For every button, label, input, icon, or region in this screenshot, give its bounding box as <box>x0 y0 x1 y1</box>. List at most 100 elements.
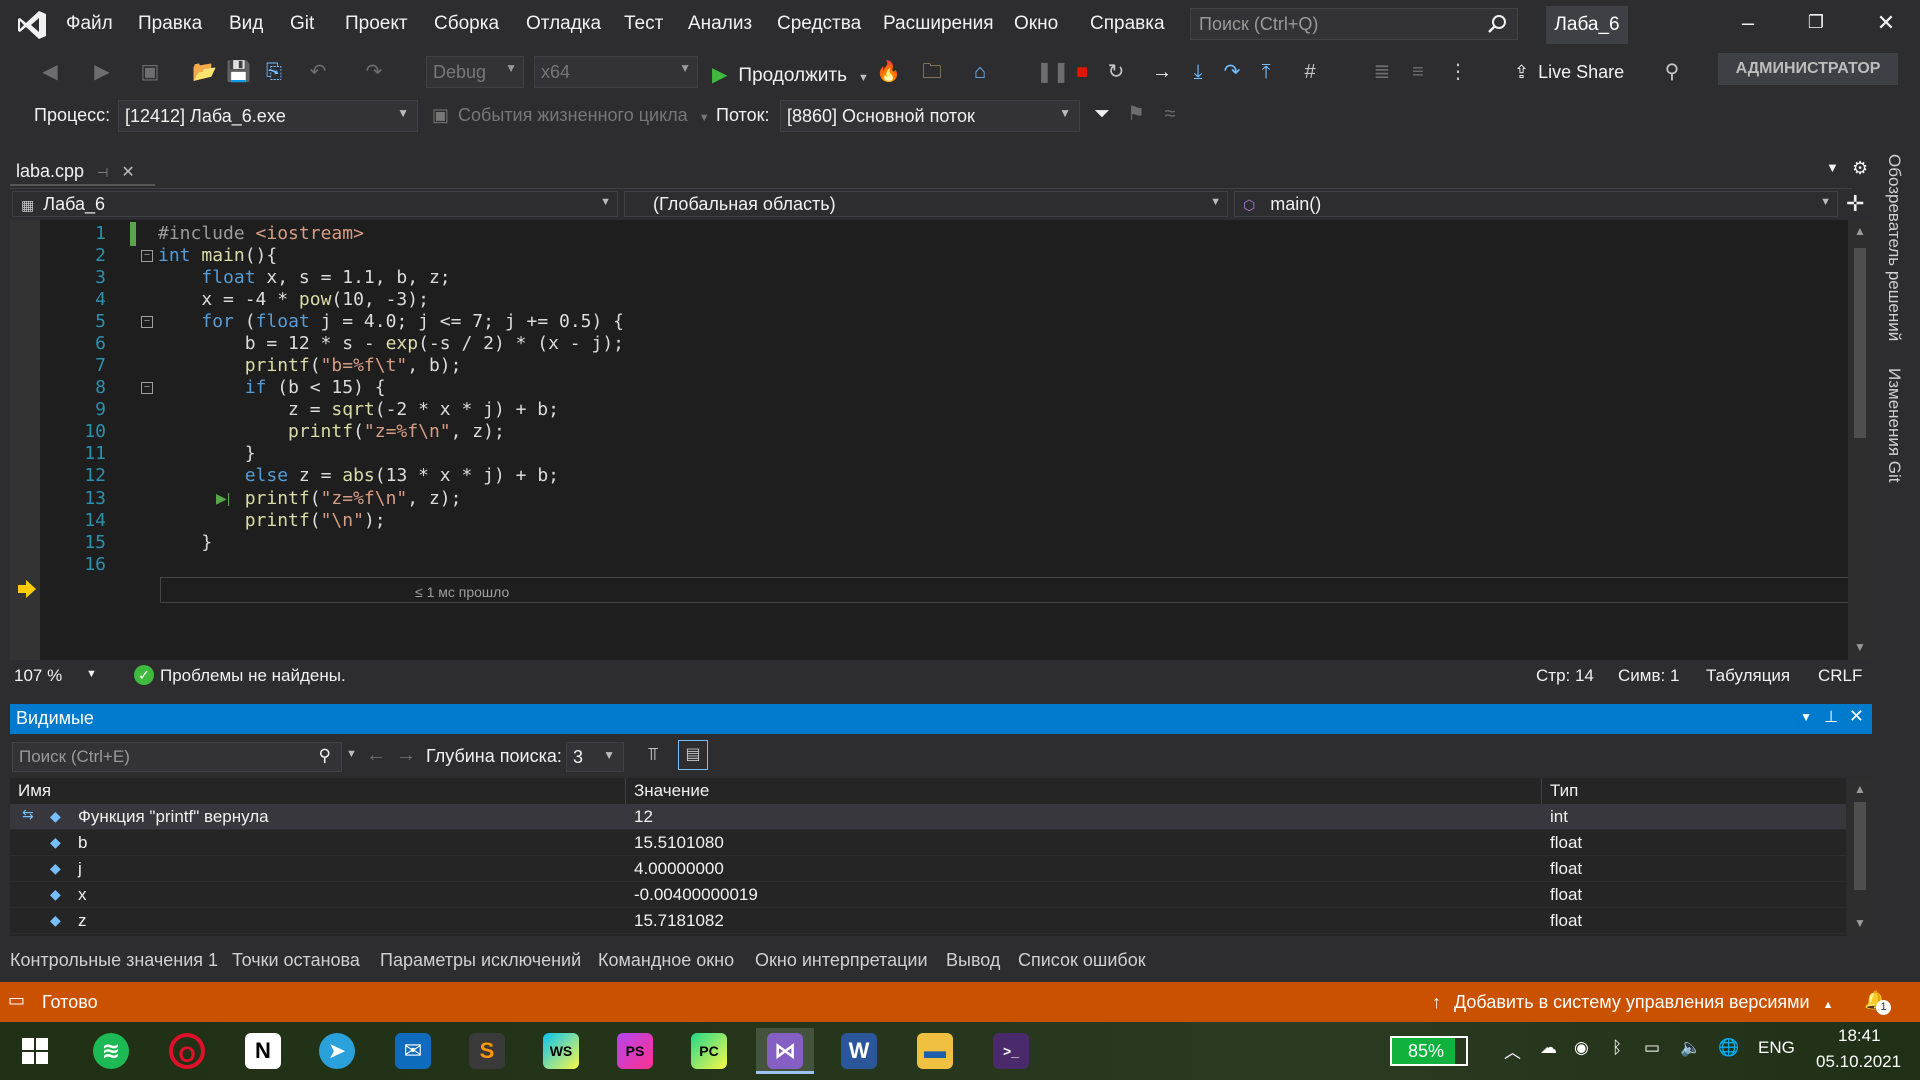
scroll-down-icon[interactable]: ▼ <box>1854 916 1866 930</box>
taskbar-notion[interactable]: N <box>234 1028 292 1074</box>
column-header-name[interactable]: Имя <box>10 778 626 804</box>
tab-laba-cpp[interactable]: laba.cpp ⊣ ✕ <box>10 158 155 186</box>
member-select[interactable]: ⬡ main() ▼ <box>1234 191 1838 217</box>
close-icon[interactable]: ✕ <box>1849 706 1864 727</box>
menu-project[interactable]: Проект <box>345 13 408 35</box>
globe-icon[interactable]: 🌐 <box>1718 1038 1739 1058</box>
table-row[interactable]: ⇆ ◆ Функция "printf" вернула 12 int <box>10 804 1846 830</box>
diagnostic-icon[interactable]: ⌂ <box>968 60 992 84</box>
code-line[interactable]: printf("b=%f\t", b); <box>158 355 462 376</box>
battery-icon[interactable]: ▭ <box>1644 1038 1660 1058</box>
configuration-select[interactable]: Debug ▼ <box>426 56 524 88</box>
tab-error-list[interactable]: Список ошибок <box>1018 950 1146 971</box>
hot-reload-icon[interactable]: 🔥 <box>876 60 901 84</box>
redo-icon[interactable]: ↷ <box>362 60 386 84</box>
live-share-button[interactable]: ⇪ Live Share <box>1514 62 1624 83</box>
battery-indicator[interactable]: 85% <box>1390 1036 1468 1066</box>
feedback-icon[interactable]: ⚲ <box>1660 60 1684 84</box>
menu-edit[interactable]: Правка <box>138 13 202 35</box>
toggle-flag-icon[interactable]: ⚑ <box>1124 102 1148 126</box>
table-row[interactable]: ◆ b 15.5101080 float <box>10 830 1846 856</box>
menu-build[interactable]: Сборка <box>434 13 499 35</box>
issues-status[interactable]: Проблемы не найдены. <box>160 666 346 686</box>
fold-toggle-icon[interactable]: − <box>141 316 153 328</box>
onedrive-icon[interactable]: ☁ <box>1540 1038 1557 1058</box>
antivirus-icon[interactable]: ◉ <box>1574 1038 1589 1058</box>
menu-view[interactable]: Вид <box>229 13 263 35</box>
autos-search-input[interactable]: Поиск (Ctrl+E) ⚲ <box>12 742 342 772</box>
column-header-value[interactable]: Значение <box>626 778 1542 804</box>
code-editor[interactable]: 1 2 3 4 5 6 7 8 9 10 11 12 13 14 15 16 −… <box>10 220 1872 660</box>
taskbar-phpstorm[interactable]: PS <box>606 1028 664 1074</box>
code-line[interactable]: else z = abs(13 * x * j) + b; <box>158 465 559 486</box>
taskbar-sublime[interactable]: S <box>458 1028 516 1074</box>
code-line[interactable]: #include <iostream> <box>158 223 364 244</box>
run-to-click-icon[interactable]: ▶| <box>216 490 230 507</box>
fold-toggle-icon[interactable]: − <box>141 250 153 262</box>
find-icon[interactable]: 🗀 <box>920 60 944 84</box>
close-tab-icon[interactable]: ✕ <box>121 164 134 181</box>
code-line[interactable]: z = sqrt(-2 * x * j) + b; <box>158 399 559 420</box>
column-header-type[interactable]: Тип <box>1542 778 1846 804</box>
taskbar-telegram[interactable]: ➤ <box>308 1028 366 1074</box>
tab-watch-1[interactable]: Контрольные значения 1 <box>10 950 218 971</box>
lifecycle-events-button[interactable]: ▣ События жизненного цикла ▼ <box>432 105 710 126</box>
tab-output[interactable]: Вывод <box>946 950 1000 971</box>
menu-extensions[interactable]: Расширения <box>883 13 994 35</box>
back-icon[interactable]: ◀ <box>38 60 62 84</box>
code-line[interactable]: if (b < 15) { <box>158 377 386 398</box>
row-value[interactable]: 12 <box>634 807 653 827</box>
search-input[interactable]: Поиск (Ctrl+Q) <box>1190 8 1518 40</box>
overflow-icon[interactable]: ⋮ <box>1446 60 1470 84</box>
back-arrow-icon[interactable]: ← <box>366 744 386 767</box>
menu-analyze[interactable]: Анализ <box>688 13 752 35</box>
save-all-icon[interactable]: ⎘ <box>262 60 286 84</box>
step-over-icon[interactable]: ↷ <box>1220 60 1244 84</box>
menu-git[interactable]: Git <box>290 13 314 35</box>
step-out-icon[interactable]: ⤒ <box>1254 60 1278 84</box>
taskbar-explorer[interactable]: ▬ <box>906 1028 964 1074</box>
stop-icon[interactable]: ■ <box>1070 60 1094 84</box>
code-line[interactable]: printf("z=%f\n", z); <box>158 488 462 509</box>
new-project-icon[interactable]: ▣ <box>138 60 162 84</box>
filter-icon[interactable]: ⏷ <box>1090 102 1114 126</box>
chevron-down-icon[interactable]: ▼ <box>1800 710 1812 724</box>
save-icon[interactable]: 💾 <box>226 60 251 84</box>
thread-select[interactable]: [8860] Основной поток ▼ <box>780 100 1080 132</box>
scroll-down-icon[interactable]: ▼ <box>1854 640 1866 654</box>
menu-debug[interactable]: Отладка <box>526 13 601 35</box>
bluetooth-icon[interactable]: ᛒ <box>1612 1038 1622 1058</box>
platform-select[interactable]: x64 ▼ <box>534 56 698 88</box>
table-row[interactable]: ◆ x -0.00400000019 float <box>10 882 1846 908</box>
scroll-thumb[interactable] <box>1854 248 1866 438</box>
scroll-thumb[interactable] <box>1854 802 1866 890</box>
volume-icon[interactable]: 🔈 <box>1680 1038 1701 1058</box>
indent-mode[interactable]: Табуляция <box>1706 666 1790 686</box>
chevron-up-icon[interactable]: ︿ <box>1504 1038 1521 1063</box>
menu-test[interactable]: Тест <box>624 13 663 35</box>
menu-tools[interactable]: Средства <box>777 13 861 35</box>
forward-arrow-icon[interactable]: → <box>396 744 416 767</box>
clock-time[interactable]: 18:41 <box>1838 1026 1881 1046</box>
tab-command-window[interactable]: Командное окно <box>598 950 734 971</box>
code-line[interactable]: printf("\n"); <box>158 510 386 531</box>
tab-dropdown-icon[interactable]: ▼ <box>1826 160 1839 175</box>
uncomment-icon[interactable]: ≡ <box>1406 60 1430 84</box>
chevron-down-icon[interactable]: ▼ <box>86 668 97 680</box>
open-file-icon[interactable]: 📂 <box>192 60 217 84</box>
autos-scrollbar[interactable]: ▲ ▼ <box>1848 778 1872 936</box>
row-value[interactable]: 15.5101080 <box>634 833 724 853</box>
taskbar-webstorm[interactable]: WS <box>532 1028 590 1074</box>
editor-scrollbar[interactable]: ▲ ▼ <box>1848 220 1872 660</box>
add-to-source-control-button[interactable]: ↑ Добавить в систему управления версиями… <box>1432 992 1834 1013</box>
code-line[interactable]: int main(){ <box>158 245 277 266</box>
undo-icon[interactable]: ↶ <box>306 60 330 84</box>
taskbar-opera[interactable]: O <box>158 1028 216 1074</box>
show-threads-icon[interactable]: ≈ <box>1158 102 1182 126</box>
process-select[interactable]: [12412] Лаба_6.exe ▼ <box>118 100 418 132</box>
settings-gear-icon[interactable]: ⚙ <box>1852 158 1868 179</box>
table-row[interactable]: ◆ j 4.00000000 float <box>10 856 1846 882</box>
code-line[interactable]: for (float j = 4.0; j <= 7; j += 0.5) { <box>158 311 624 332</box>
continue-button[interactable]: ▶ Продолжить ▼ <box>712 62 869 87</box>
column-indicator[interactable]: Симв: 1 <box>1618 666 1679 686</box>
